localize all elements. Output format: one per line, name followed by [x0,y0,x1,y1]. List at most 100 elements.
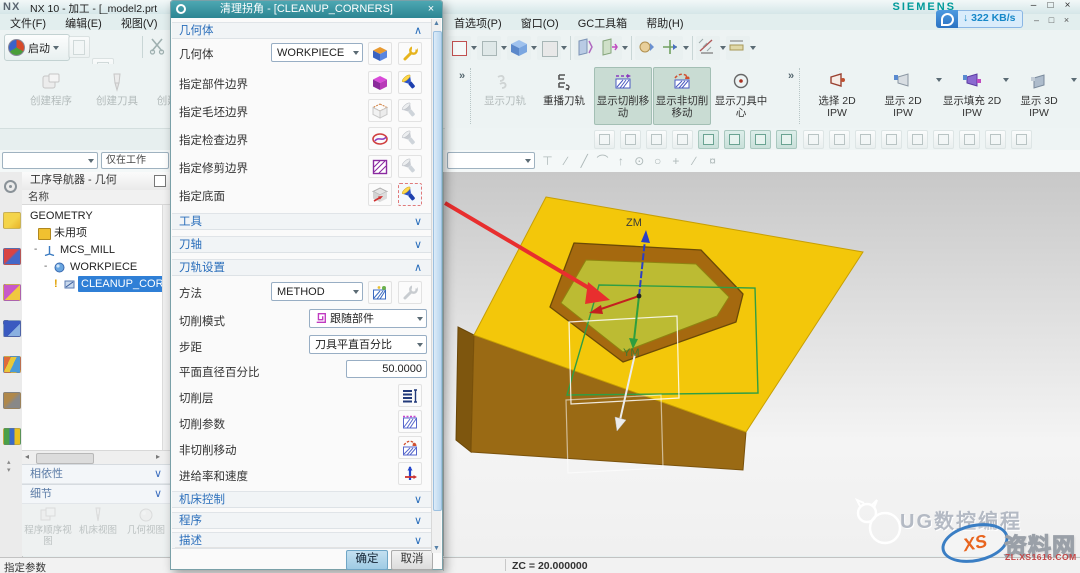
panel-pin-icon[interactable] [154,175,166,187]
dialog-scrollbar-thumb[interactable] [433,31,442,511]
wireframe-display-icon[interactable] [724,130,745,149]
render-style-icon[interactable] [750,130,771,149]
child-minimize-button[interactable]: – [1029,15,1044,25]
section-program[interactable]: 程序 ∨ [172,512,434,529]
program-order-view-button[interactable]: 程序顺序视图 [24,506,72,547]
snap-point-icon[interactable]: ⊙ [632,154,647,168]
dialog-scrollbar[interactable]: ▲ ▼ [431,19,441,553]
machine-tool-navigator-icon[interactable] [3,320,21,337]
section-tool[interactable]: 工具 ∨ [172,213,434,230]
show-toolpath-button[interactable]: 显示刀轨 [476,67,534,125]
scroll-left-icon[interactable]: ◂ [25,452,29,461]
snap-point-icon[interactable]: ⌒ [595,152,610,169]
part-boundary-flashlight-icon[interactable] [398,71,422,94]
viewport-toolbar-icon[interactable] [803,130,824,149]
history-palette-icon[interactable] [3,356,21,373]
dialog-close-icon[interactable]: × [423,1,439,17]
navigator-horizontal-scrollbar[interactable]: ◂ ▸ [22,450,170,465]
scroll-down-icon[interactable]: ▼ [432,545,441,552]
scroll-up-icon[interactable]: ▲ [432,20,441,27]
viewport-toolbar-icon[interactable] [646,130,667,149]
clip-section-icon[interactable] [574,36,598,60]
roles-icon[interactable] [3,428,21,445]
viewport-toolbar-icon[interactable] [1011,130,1032,149]
minimize-button[interactable]: – [1025,0,1042,11]
new-file-icon[interactable] [68,36,90,58]
fit-view-icon[interactable] [447,36,471,60]
tree-row-unused[interactable]: 未用项 [22,225,162,242]
show-cutting-moves-button[interactable]: 显示切削移动 [594,67,652,125]
edit-section-icon[interactable] [598,36,622,60]
viewport-toolbar-icon[interactable] [672,130,693,149]
stepover-dropdown[interactable]: 刀具平直百分比 [309,335,427,354]
method-dropdown[interactable]: METHOD [271,282,363,301]
cancel-button[interactable]: 取消 [391,550,433,570]
shaded-view-icon[interactable] [507,36,531,60]
rotate-view-icon[interactable] [635,36,659,60]
cutting-parameters-icon[interactable] [398,410,422,433]
navigator-column-header[interactable]: 名称 [22,190,170,205]
floor-flashlight-icon[interactable] [398,183,422,206]
tree-row-cleanup-corners[interactable]: ! CLEANUP_COR [22,276,162,293]
trim-boundary-flashlight-icon[interactable] [398,155,422,178]
geometry-dropdown[interactable]: WORKPIECE [271,43,363,62]
restore-button[interactable]: □ [1042,0,1059,11]
tree-row-mcs-mill[interactable]: - MCS_MILL [22,242,162,259]
viewport-toolbar-icon[interactable] [959,130,980,149]
toolbar-overflow[interactable]: » [788,70,794,82]
start-menu-button[interactable]: 启动 [4,34,70,61]
scrollbar-thumb[interactable] [36,453,94,464]
snap-point-icon[interactable]: ∕ [687,154,702,168]
section-geometry[interactable]: 几何体 ∧ [172,22,434,39]
snap-point-icon[interactable]: ⊤ [540,154,555,168]
edit-geometry-wrench-icon[interactable] [398,42,422,65]
close-button[interactable]: × [1059,0,1076,11]
shaded-display-icon[interactable] [698,130,719,149]
operation-navigator-icon[interactable] [3,284,21,301]
cut-icon[interactable] [148,36,168,59]
details-panel[interactable]: 细节 ∨ [22,484,170,504]
tree-row-geometry[interactable]: GEOMETRY [22,208,162,225]
create-tool-button[interactable]: 创建刀具 [88,67,146,125]
show-filled-2d-ipw-button[interactable]: 显示填充 2D IPW [940,67,1004,125]
flat-diameter-percent-input[interactable]: 50.0000 [346,360,427,378]
feeds-speeds-icon[interactable] [398,462,422,485]
viewport-toolbar-icon[interactable] [907,130,928,149]
resource-bar-arrows[interactable]: ▴▾ [7,458,11,474]
geometry-view-button[interactable]: 几何视图 [122,506,170,537]
section-path-settings[interactable]: 刀轨设置 ∧ [172,259,434,276]
cut-pattern-dropdown[interactable]: 跟随部件 [309,309,427,328]
show-2d-ipw-button[interactable]: 显示 2D IPW [872,67,934,125]
machine-tool-view-button[interactable]: 机床视图 [74,506,122,537]
tree-expander[interactable]: - [34,242,37,258]
selection-scope-dropdown-2[interactable] [447,152,535,169]
viewport-toolbar-icon[interactable] [620,130,641,149]
snap-point-icon[interactable]: ╱ [577,154,592,168]
viewport-toolbar-icon[interactable] [985,130,1006,149]
new-method-icon[interactable] [368,281,392,304]
new-geometry-icon[interactable] [368,42,392,65]
pan-view-icon[interactable] [659,36,683,60]
blank-boundary-flashlight-icon[interactable] [398,99,422,122]
ok-button[interactable]: 确定 [346,550,388,570]
snap-point-icon[interactable]: ○ [650,154,665,168]
snap-point-icon[interactable]: ∕ [558,154,573,168]
non-cutting-moves-icon[interactable] [398,436,422,459]
show-3d-ipw-button[interactable]: 显示 3D IPW [1008,67,1070,125]
cut-levels-icon[interactable] [398,384,422,407]
check-boundary-flashlight-icon[interactable] [398,127,422,150]
replay-toolpath-button[interactable]: 重播刀轨 [535,67,593,125]
constraint-navigator-icon[interactable] [3,248,21,265]
tree-row-workpiece[interactable]: - WORKPIECE [22,259,162,276]
check-boundary-icon[interactable] [368,127,392,150]
viewport-toolbar-icon[interactable] [881,130,902,149]
viewport-toolbar-icon[interactable] [855,130,876,149]
create-program-button[interactable]: 创建程序 [22,67,80,125]
selection-filter-dropdown[interactable] [2,152,98,169]
chevron-down-icon[interactable] [1071,78,1077,82]
display-mode-icon[interactable] [537,36,561,60]
orient-view-icon[interactable] [477,36,501,60]
select-2d-ipw-button[interactable]: 选择 2D IPW [806,67,868,125]
reuse-library-icon[interactable] [3,392,21,409]
child-restore-button[interactable]: □ [1044,15,1059,25]
